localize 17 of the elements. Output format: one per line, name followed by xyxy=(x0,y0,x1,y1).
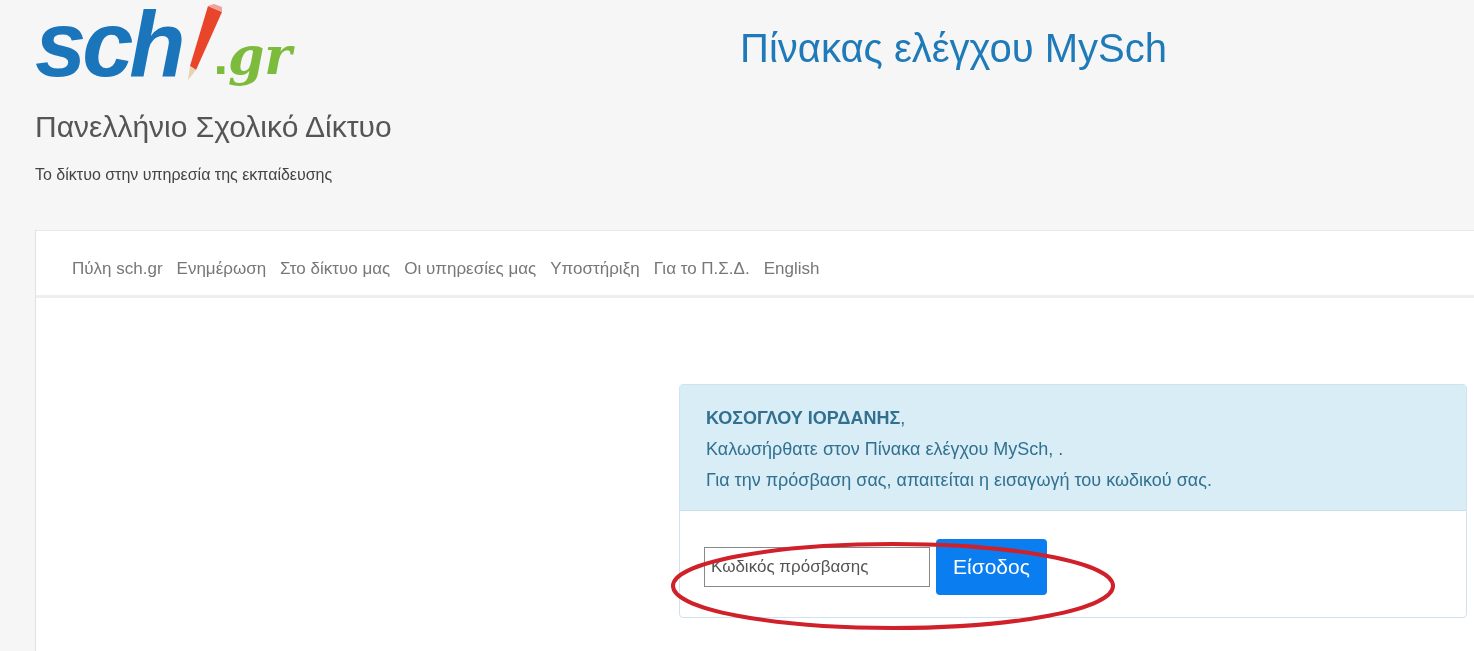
nav-link[interactable]: Οι υπηρεσίες μας xyxy=(404,259,537,295)
welcome-text: Καλωσήρθατε στον Πίνακα ελέγχου MySch, . xyxy=(706,438,1065,461)
nav-link[interactable]: Για το Π.Σ.Δ. xyxy=(653,259,750,295)
nav-link[interactable]: Ενημέρωση xyxy=(176,259,267,295)
tagline: Το δίκτυο στην υπηρεσία της εκπαίδευσης xyxy=(35,166,334,184)
login-button[interactable]: Είσοδος xyxy=(936,539,1047,595)
logo-text: . xyxy=(213,28,228,84)
logo-text: sch xyxy=(35,4,182,84)
page-title: Πίνακας ελέγχου MySch xyxy=(740,26,1167,72)
instruction-text: Για την πρόσβαση σας, απαιτείται η εισαγωγή του κωδικού σας. xyxy=(706,469,1213,492)
nav-link[interactable]: Υποστήριξη xyxy=(550,259,640,295)
user-name: ΚΟΣΟΓΛΟΥ ΙΟΡΔΑΝΗΣ, xyxy=(706,407,907,430)
nav-link[interactable]: English xyxy=(763,259,820,295)
nav-link[interactable]: Στο δίκτυο μας xyxy=(280,259,391,295)
nav-link[interactable]: Πύλη sch.gr xyxy=(72,259,163,295)
password-field[interactable]: Κωδικός πρόσβασης xyxy=(704,547,930,587)
site-name: Πανελλήνιο Σχολικό Δίκτυο xyxy=(35,110,393,144)
